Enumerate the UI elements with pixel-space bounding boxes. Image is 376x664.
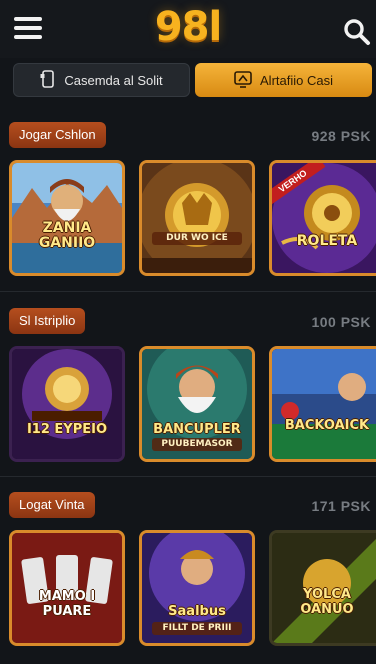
tab-casemda[interactable]: Casemda al Solit xyxy=(13,63,190,97)
game-card-zania[interactable]: ZANIA GANIIO xyxy=(9,160,125,276)
top-app-bar: 98l xyxy=(0,0,376,58)
game-thumbnail xyxy=(12,349,122,459)
section-count-jogar: 928 PSK xyxy=(311,128,371,144)
game-card-roleta[interactable]: VERHO ROLETA xyxy=(269,160,376,276)
game-title: MAMO I PUARE xyxy=(38,589,96,619)
phone-icon xyxy=(40,69,64,91)
game-card-mamo[interactable]: MAMO I PUARE xyxy=(9,530,125,646)
game-title: ROLETA xyxy=(296,233,358,249)
game-card-saalbus[interactable]: Saalbus FILLT DE PRIII xyxy=(139,530,255,646)
casino-icon xyxy=(234,70,260,91)
tab-alrtafiio[interactable]: Alrtafiio Casi xyxy=(195,63,372,97)
tab-casemda-label: Casemda al Solit xyxy=(64,72,163,88)
game-card-dur-wo-ice[interactable]: DUR WO ICE xyxy=(139,160,255,276)
game-card-bancupler[interactable]: BANCUPLER PUUBEMASOR xyxy=(139,346,255,462)
game-card-backoaick[interactable]: BACKOAICK xyxy=(269,346,376,462)
app-logo[interactable]: 98l xyxy=(0,4,376,50)
search-icon[interactable] xyxy=(343,18,371,46)
section-divider xyxy=(0,476,376,477)
game-card-i12[interactable]: I12 EYPEIO xyxy=(9,346,125,462)
game-subtitle: DUR WO ICE xyxy=(152,232,242,245)
tab-alrtafiio-label: Alrtafiio Casi xyxy=(260,72,333,88)
section-divider xyxy=(0,291,376,292)
section-title-istriplio[interactable]: Sl Istriplio xyxy=(9,308,86,334)
section-count-logat-vinta: 171 PSK xyxy=(311,498,371,514)
game-title: BANCUPLER xyxy=(153,422,241,437)
game-card-yolca[interactable]: YOLCA OANUO xyxy=(269,530,376,646)
game-subtitle: FILLT DE PRIII xyxy=(152,622,242,635)
game-thumbnail xyxy=(272,349,376,459)
section-title-logat-vinta[interactable]: Logat Vinta xyxy=(9,492,95,518)
game-subtitle: PUUBEMASOR xyxy=(152,438,242,451)
section-count-istriplio: 100 PSK xyxy=(311,314,371,330)
game-title: I12 EYPEIO xyxy=(26,422,108,437)
section-title-jogar[interactable]: Jogar Cshlon xyxy=(9,122,106,148)
game-title: BACKOAICK xyxy=(284,418,370,433)
game-title: YOLCA OANUO xyxy=(300,587,354,617)
game-thumbnail xyxy=(142,163,252,273)
game-thumbnail xyxy=(12,533,122,643)
game-thumbnail xyxy=(12,163,122,273)
game-title: Saalbus xyxy=(168,604,226,619)
game-title: ZANIA GANIIO xyxy=(38,220,96,251)
